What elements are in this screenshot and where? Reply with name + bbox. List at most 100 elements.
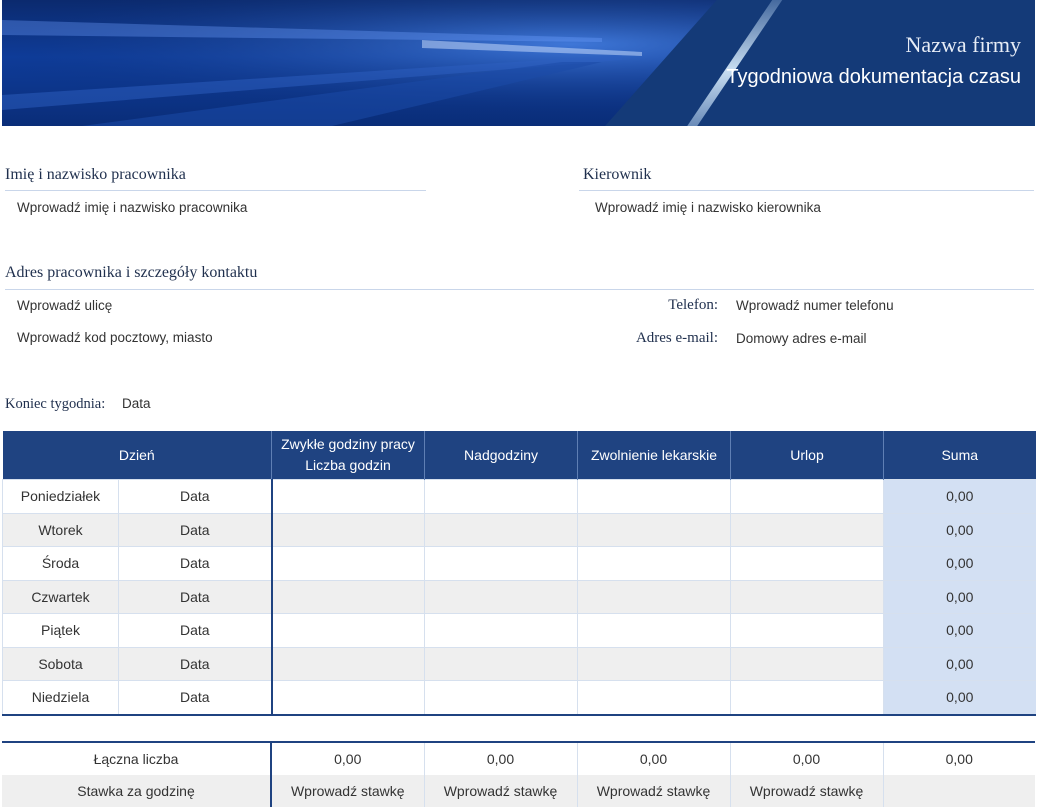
email-label: Adres e-mail: (635, 330, 718, 346)
total-regular-hours: 0,00 (270, 741, 424, 775)
employee-name-field[interactable]: Wprowadź imię i nazwisko pracownika (17, 200, 247, 215)
vacation-cell[interactable] (730, 579, 884, 614)
hourly-rate-row: Stawka za godzinę Wprowadź stawkę Wprowa… (2, 775, 1035, 807)
header-banner: Nazwa firmy Tygodniowa dokumentacja czas… (2, 0, 1035, 126)
date-cell[interactable]: Data (117, 546, 272, 580)
total-vacation: 0,00 (729, 741, 883, 775)
rate-overtime-input[interactable]: Wprowadź stawkę (423, 775, 577, 807)
overtime-cell[interactable] (424, 546, 578, 580)
sick-leave-cell[interactable] (577, 512, 731, 547)
page-title[interactable]: Tygodniowa dokumentacja czasu (726, 66, 1021, 89)
sick-leave-cell[interactable] (577, 479, 731, 513)
total-cell: 0,00 (883, 479, 1036, 513)
vacation-cell[interactable] (730, 613, 884, 647)
table-row: Niedziela Data 0,00 (2, 680, 1036, 716)
date-cell[interactable]: Data (117, 479, 272, 513)
sick-leave-cell[interactable] (577, 613, 731, 647)
company-name[interactable]: Nazwa firmy (906, 32, 1021, 58)
phone-field[interactable]: Wprowadź numer telefonu (736, 298, 894, 313)
total-cell: 0,00 (883, 512, 1036, 547)
column-header-regular-hours: Zwykłe godziny pracy Liczba godzin (271, 431, 425, 480)
vacation-cell[interactable] (730, 680, 884, 716)
total-hours-label: Łączna liczba (2, 741, 271, 775)
date-cell[interactable]: Data (117, 680, 272, 716)
column-header-sick-leave: Zwolnienie lekarskie (577, 431, 731, 480)
total-cell: 0,00 (883, 646, 1036, 681)
phone-label: Telefon: (668, 297, 718, 313)
total-sick-leave: 0,00 (576, 741, 730, 775)
week-end-date-field[interactable]: Data (122, 396, 151, 411)
day-cell[interactable]: Poniedziałek (2, 479, 119, 513)
sick-leave-cell[interactable] (577, 646, 731, 681)
postal-city-field[interactable]: Wprowadź kod pocztowy, miasto (17, 330, 213, 345)
overtime-cell[interactable] (424, 579, 578, 614)
total-cell: 0,00 (883, 680, 1036, 716)
day-cell[interactable]: Środa (2, 546, 119, 580)
column-header-total: Suma (883, 431, 1036, 480)
street-field[interactable]: Wprowadź ulicę (17, 298, 112, 313)
grand-total: 0,00 (882, 741, 1035, 775)
regular-hours-cell[interactable] (270, 479, 425, 513)
date-cell[interactable]: Data (117, 646, 272, 681)
column-header-overtime: Nadgodziny (424, 431, 578, 480)
day-cell[interactable]: Piątek (2, 613, 119, 647)
column-header-day: Dzień (2, 431, 272, 480)
date-cell[interactable]: Data (117, 512, 272, 547)
regular-hours-header-line1: Zwykłe godziny pracy (281, 436, 415, 452)
table-row: Środa Data 0,00 (2, 546, 1036, 580)
regular-hours-header-line2: Liczba godzin (305, 457, 391, 473)
table-row: Wtorek Data 0,00 (2, 512, 1036, 547)
rate-total-cell (882, 775, 1035, 807)
total-cell: 0,00 (883, 579, 1036, 614)
vacation-cell[interactable] (730, 546, 884, 580)
total-hours-row: Łączna liczba 0,00 0,00 0,00 0,00 0,00 (2, 741, 1035, 775)
manager-label: Kierownik (583, 166, 652, 183)
regular-hours-cell[interactable] (270, 579, 425, 614)
overtime-cell[interactable] (424, 613, 578, 647)
sick-leave-cell[interactable] (577, 579, 731, 614)
day-cell[interactable]: Czwartek (2, 579, 119, 614)
employee-name-label: Imię i nazwisko pracownika (5, 166, 186, 183)
rate-regular-input[interactable]: Wprowadź stawkę (270, 775, 424, 807)
regular-hours-cell[interactable] (270, 546, 425, 580)
vacation-cell[interactable] (730, 512, 884, 547)
day-cell[interactable]: Niedziela (2, 680, 119, 716)
regular-hours-cell[interactable] (270, 680, 425, 716)
overtime-cell[interactable] (424, 680, 578, 716)
sick-leave-cell[interactable] (577, 546, 731, 580)
overtime-cell[interactable] (424, 646, 578, 681)
vacation-cell[interactable] (730, 646, 884, 681)
regular-hours-cell[interactable] (270, 646, 425, 681)
day-cell[interactable]: Sobota (2, 646, 119, 681)
regular-hours-cell[interactable] (270, 613, 425, 647)
week-end-label: Koniec tygodnia: (5, 396, 106, 412)
totals-table: Łączna liczba 0,00 0,00 0,00 0,00 0,00 S… (2, 741, 1035, 807)
employee-divider (5, 190, 426, 191)
table-row: Czwartek Data 0,00 (2, 579, 1036, 614)
address-divider (5, 289, 1034, 290)
rate-sick-leave-input[interactable]: Wprowadź stawkę (576, 775, 730, 807)
total-cell: 0,00 (883, 613, 1036, 647)
vacation-cell[interactable] (730, 479, 884, 513)
overtime-cell[interactable] (424, 512, 578, 547)
email-field[interactable]: Domowy adres e-mail (736, 331, 867, 346)
column-header-vacation: Urlop (730, 431, 884, 480)
address-section-label: Adres pracownika i szczegóły kontaktu (5, 264, 258, 281)
table-row: Piątek Data 0,00 (2, 613, 1036, 647)
table-header-row: Dzień Zwykłe godziny pracy Liczba godzin… (2, 431, 1036, 480)
total-overtime: 0,00 (423, 741, 577, 775)
table-row: Sobota Data 0,00 (2, 646, 1036, 681)
sick-leave-cell[interactable] (577, 680, 731, 716)
regular-hours-cell[interactable] (270, 512, 425, 547)
date-cell[interactable]: Data (117, 613, 272, 647)
total-cell: 0,00 (883, 546, 1036, 580)
hourly-rate-label: Stawka za godzinę (2, 775, 271, 807)
manager-name-field[interactable]: Wprowadź imię i nazwisko kierownika (595, 200, 821, 215)
overtime-cell[interactable] (424, 479, 578, 513)
timesheet-table: Dzień Zwykłe godziny pracy Liczba godzin… (2, 431, 1036, 716)
day-cell[interactable]: Wtorek (2, 512, 119, 547)
manager-divider (579, 190, 1034, 191)
rate-vacation-input[interactable]: Wprowadź stawkę (729, 775, 883, 807)
table-row: Poniedziałek Data 0,00 (2, 479, 1036, 513)
date-cell[interactable]: Data (117, 579, 272, 614)
